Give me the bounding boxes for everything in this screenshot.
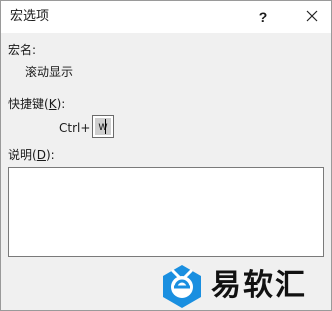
macro-name-value: 滚动显示 <box>25 65 74 79</box>
shortcut-key-value: w <box>95 118 111 135</box>
text-caret <box>105 119 106 134</box>
close-button[interactable] <box>295 5 329 29</box>
watermark-text: 易软汇 <box>211 268 307 303</box>
shortcut-access-key: K <box>48 97 57 111</box>
watermark: 易软汇 <box>159 263 329 309</box>
macro-name-label: 宏名: <box>8 43 37 57</box>
description-label: 说明(D): <box>8 148 55 162</box>
watermark-logo-icon <box>163 265 201 308</box>
title-bar: 宏选项 ? <box>1 1 331 33</box>
shortcut-label: 快捷键(K): <box>8 97 66 111</box>
description-access-key: D <box>36 148 46 162</box>
description-textarea[interactable] <box>8 167 324 257</box>
window-title: 宏选项 <box>10 9 50 24</box>
macro-options-dialog: 宏选项 ? 宏名: 滚动显示 快捷键(K): Ctrl+ w 说明(D): 易软… <box>0 0 332 311</box>
shortcut-key-input[interactable]: w <box>92 115 114 138</box>
ctrl-modifier-label: Ctrl+ <box>59 121 91 135</box>
close-icon <box>306 10 318 22</box>
help-button[interactable]: ? <box>245 5 281 29</box>
